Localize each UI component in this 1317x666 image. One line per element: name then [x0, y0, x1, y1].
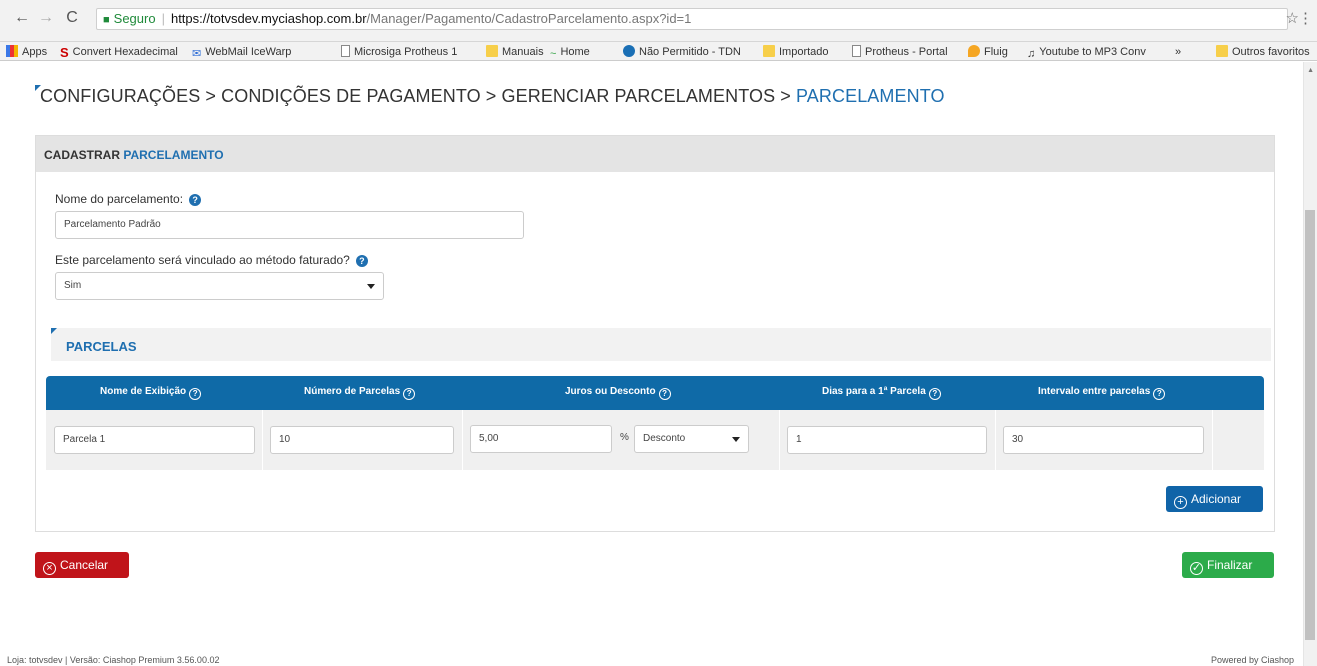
bookmark-youtube-mp3[interactable]: ♫ Youtube to MP3 Conv	[1027, 45, 1146, 60]
help-icon[interactable]: ?	[928, 388, 941, 400]
plus-circle-icon: +	[1174, 496, 1187, 509]
address-bar[interactable]: ■ Seguro | https://totvsdev.myciashop.com.b…	[96, 8, 1288, 30]
lock-icon: ■	[103, 14, 110, 26]
bookmark-outros-favoritos[interactable]: Outros favoritos	[1216, 45, 1310, 59]
rate-type-select[interactable]: Desconto	[634, 425, 749, 453]
scrollbar-thumb[interactable]	[1305, 210, 1315, 640]
url-host: https://totvsdev.myciashop.com.br	[170, 11, 367, 26]
bookmark-star-icon[interactable]: ☆	[1286, 9, 1299, 27]
billed-method-select[interactable]: Sim	[55, 272, 384, 300]
bookmark-home[interactable]: ~ Home	[550, 45, 590, 60]
breadcrumb-current: PARCELAMENTO	[796, 86, 945, 106]
wave-icon: ~	[550, 48, 557, 60]
finish-button[interactable]: ✓ Finalizar	[1182, 552, 1274, 578]
apps-icon	[6, 45, 18, 57]
table-row: Parcela 1 10 5,00 % Desconto 1 30	[46, 410, 1264, 470]
register-panel: CADASTRAR PARCELAMENTO Nome do parcelame…	[35, 135, 1275, 532]
column-interval: Intervalo entre parcelas?	[1038, 386, 1166, 400]
close-circle-icon: ×	[43, 562, 56, 575]
name-label: Nome do parcelamento:?	[55, 192, 202, 206]
secure-label: Seguro	[113, 11, 156, 26]
page-icon	[852, 45, 861, 57]
installment-name-input[interactable]: Parcelamento Padrão	[55, 211, 524, 239]
forward-arrow-icon[interactable]: →	[36, 8, 56, 28]
panel-title: CADASTRAR PARCELAMENTO	[44, 148, 224, 162]
back-arrow-icon[interactable]: ←	[12, 8, 32, 28]
breadcrumb-path: CONFIGURAÇÕES > CONDIÇÕES DE PAGAMENTO >…	[40, 86, 797, 106]
s-icon: S	[60, 45, 69, 60]
column-installments: Número de Parcelas?	[304, 386, 416, 400]
menu-dots-icon[interactable]: ⋮	[1298, 9, 1313, 27]
browser-toolbar: ← → C ■ Seguro | https://totvsdev.myciashop…	[0, 0, 1317, 42]
billed-method-label: Este parcelamento será vinculado ao méto…	[55, 253, 368, 267]
column-divider	[779, 410, 780, 470]
bookmark-manuais[interactable]: Manuais	[486, 45, 544, 59]
page-title: CONFIGURAÇÕES > CONDIÇÕES DE PAGAMENTO >…	[40, 86, 945, 107]
chevron-down-icon	[367, 284, 375, 289]
store-version: Loja: totvsdev | Versão: Ciashop Premium…	[7, 655, 220, 665]
column-divider	[1212, 410, 1213, 470]
column-divider	[995, 410, 996, 470]
music-icon: ♫	[1027, 48, 1036, 60]
bookmarks-overflow[interactable]: »	[1175, 45, 1181, 59]
nav-row: ← → C ■ Seguro | https://totvsdev.myciashop…	[0, 6, 1317, 30]
check-circle-icon: ✓	[1190, 562, 1203, 575]
bookmark-importado[interactable]: Importado	[763, 45, 829, 59]
folder-icon	[763, 45, 775, 57]
add-installment-button[interactable]: + Adicionar	[1166, 486, 1263, 512]
fluig-icon	[968, 45, 980, 57]
help-icon[interactable]: ?	[355, 255, 368, 267]
corner-marker	[51, 328, 57, 334]
installments-input[interactable]: 10	[270, 426, 454, 454]
first-days-input[interactable]: 1	[787, 426, 987, 454]
help-icon[interactable]: ?	[189, 194, 202, 206]
interval-input[interactable]: 30	[1003, 426, 1204, 454]
page-icon	[341, 45, 350, 57]
help-icon[interactable]: ?	[658, 388, 671, 400]
reload-icon[interactable]: C	[62, 8, 82, 28]
scroll-up-arrow-icon[interactable]: ▲	[1307, 67, 1314, 74]
bookmark-convert-hex[interactable]: S Convert Hexadecimal	[60, 45, 178, 60]
bookmark-fluig[interactable]: Fluig	[968, 45, 1008, 59]
folder-icon	[1216, 45, 1228, 57]
column-divider	[262, 410, 263, 470]
column-divider	[462, 410, 463, 470]
parcelas-header: PARCELAS	[51, 328, 1271, 361]
help-icon[interactable]: ?	[403, 388, 416, 400]
parcelas-table-header: Nome de Exibição? Número de Parcelas? Ju…	[46, 376, 1264, 410]
cancel-button[interactable]: × Cancelar	[35, 552, 129, 578]
display-name-input[interactable]: Parcela 1	[54, 426, 255, 454]
bookmark-tdn[interactable]: Não Permitido - TDN	[623, 45, 741, 59]
chevron-down-icon	[732, 437, 740, 442]
percent-sign: %	[620, 432, 629, 443]
column-display-name: Nome de Exibição?	[100, 386, 202, 400]
folder-icon	[486, 45, 498, 57]
bookmark-protheus-portal[interactable]: Protheus - Portal	[852, 45, 948, 59]
bookmark-webmail[interactable]: ✉ WebMail IceWarp	[192, 45, 291, 60]
mail-icon: ✉	[192, 48, 202, 60]
bookmark-apps[interactable]: Apps	[6, 45, 47, 59]
bookmarks-bar: Apps S Convert Hexadecimal ✉ WebMail IceWa…	[0, 42, 1317, 61]
column-rate: Juros ou Desconto?	[565, 386, 671, 400]
url-path: /Manager/Pagamento/CadastroParcelamento.…	[366, 11, 692, 26]
url-separator: |	[161, 11, 165, 26]
powered-by: Powered by Ciashop	[1210, 655, 1294, 665]
globe-icon	[623, 45, 635, 57]
panel-header: CADASTRAR PARCELAMENTO	[36, 136, 1274, 172]
parcelas-title: PARCELAS	[66, 339, 137, 354]
rate-input[interactable]: 5,00	[470, 425, 612, 453]
help-icon[interactable]: ?	[1153, 388, 1166, 400]
column-first-days: Dias para a 1ª Parcela?	[822, 386, 941, 400]
help-icon[interactable]: ?	[189, 388, 202, 400]
bookmark-microsiga[interactable]: Microsiga Protheus 1	[341, 45, 457, 59]
